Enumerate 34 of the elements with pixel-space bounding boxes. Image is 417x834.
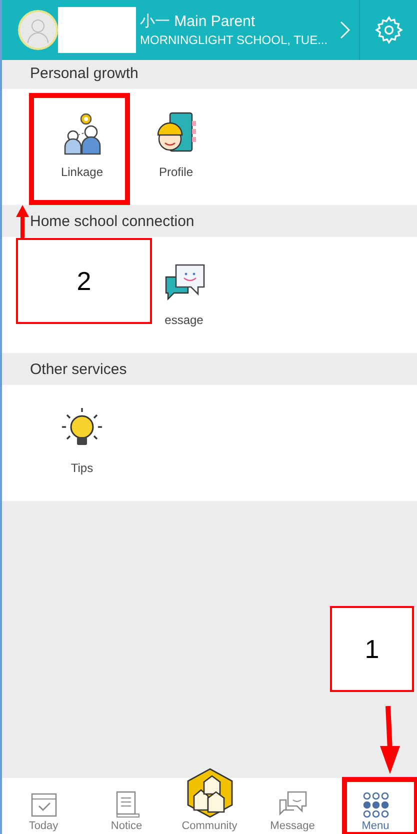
nav-label: Today bbox=[28, 819, 58, 834]
feature-label: Tips bbox=[70, 460, 94, 477]
section-header: Personal growth bbox=[30, 64, 138, 84]
feature-tile[interactable]: Profile bbox=[138, 109, 214, 181]
nav-label: Community bbox=[182, 819, 238, 834]
nav-label: Notice bbox=[110, 819, 142, 834]
houses-hexagon-icon bbox=[186, 768, 234, 818]
nav-tab[interactable]: Community bbox=[168, 768, 251, 834]
nav-tab[interactable]: Menu bbox=[334, 792, 417, 834]
grid-dots-icon bbox=[362, 792, 388, 818]
section-header: Home school connection bbox=[30, 212, 194, 232]
pointer-arrow bbox=[16, 205, 29, 239]
feature-tile[interactable]: Linkage bbox=[44, 109, 120, 181]
section-header: Other services bbox=[30, 360, 127, 380]
settings-icon bbox=[374, 15, 404, 45]
person-icon bbox=[26, 17, 50, 43]
feature-label: Linkage bbox=[60, 164, 104, 181]
nav-label: Message bbox=[270, 819, 315, 834]
pointer-arrow bbox=[379, 706, 401, 774]
feature-label: Profile bbox=[158, 164, 193, 181]
chat-bubbles-icon bbox=[278, 790, 308, 818]
feature-label: essage bbox=[164, 312, 204, 329]
nav-tab[interactable]: Message bbox=[251, 790, 334, 834]
parent-name: 小一 Main Parent bbox=[140, 12, 256, 32]
nav-tab[interactable]: Today bbox=[2, 790, 85, 834]
people-gear-icon bbox=[62, 111, 102, 155]
nav-tab[interactable]: Notice bbox=[85, 790, 168, 834]
callout-box: 2 bbox=[16, 238, 152, 324]
chevron-right-icon bbox=[340, 21, 350, 39]
school-name: MORNINGLIGHT SCHOOL, TUE... bbox=[140, 32, 328, 48]
feature-tile[interactable]: Tips bbox=[44, 405, 120, 477]
nav-label: Menu bbox=[362, 819, 390, 834]
callout-box: 1 bbox=[330, 606, 414, 692]
feature-tile[interactable]: essage bbox=[154, 257, 214, 329]
